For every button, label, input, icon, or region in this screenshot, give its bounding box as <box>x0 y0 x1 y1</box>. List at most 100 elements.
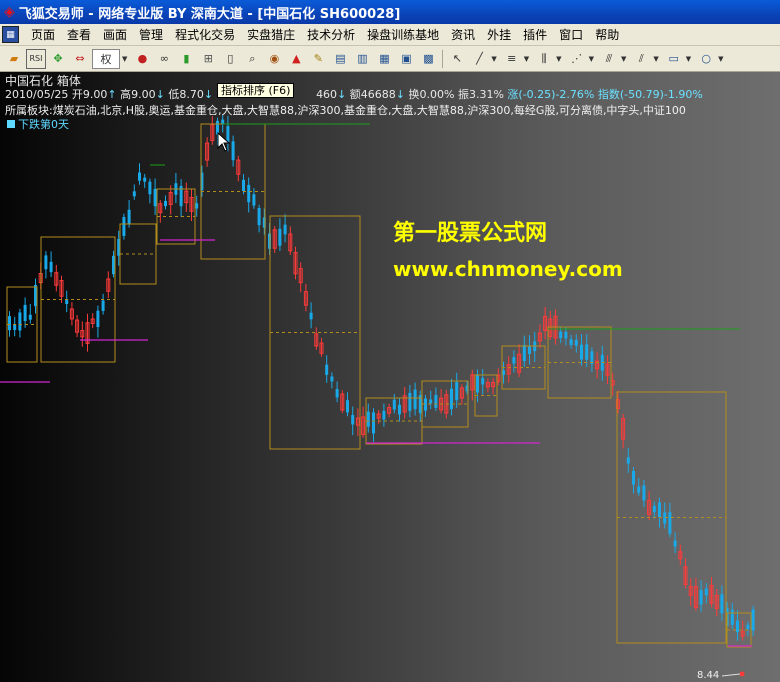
chevron-down-icon[interactable]: ▼ <box>524 55 529 63</box>
layout5-icon[interactable]: ▩ <box>418 49 438 69</box>
rect-icon[interactable]: ▭ <box>664 49 684 69</box>
weight-select[interactable]: 权 <box>92 48 120 69</box>
up-arrow-icon: ↑ <box>107 88 117 101</box>
candle-body <box>450 388 453 410</box>
candle-body <box>382 410 386 420</box>
quote-amount: 额46688 <box>349 88 396 101</box>
resize-icon[interactable]: ⇔ <box>70 49 90 69</box>
down-arrow-icon: ↓ <box>395 88 405 101</box>
line-icon[interactable]: ╱ <box>469 49 489 69</box>
sort-icon[interactable]: ⊞ <box>198 49 218 69</box>
candle-body <box>626 457 630 464</box>
menu-view[interactable]: 查看 <box>61 26 97 43</box>
candle-body <box>335 389 339 398</box>
layout2-icon[interactable]: ▥ <box>352 49 372 69</box>
candle-body <box>642 485 646 501</box>
menu-window[interactable]: 窗口 <box>553 26 589 43</box>
chevron-down-icon[interactable]: ▼ <box>491 55 496 63</box>
candle-body <box>408 392 412 411</box>
parallel-icon[interactable]: ⫽ <box>631 49 651 69</box>
candle-body <box>569 339 573 346</box>
quote-index: 指数(-50.79)-1.90% <box>597 88 703 101</box>
candle-body <box>346 400 349 413</box>
toolbar-separator <box>442 49 444 68</box>
menu-manage[interactable]: 管理 <box>133 26 169 43</box>
watermark-url: www.chnmoney.com <box>393 257 623 281</box>
signal-text: 下跌第0天 <box>18 118 69 131</box>
sector-line: 所属板块:煤炭石油,北京,H股,奥运,基金重仓,大盘,大智慧88,沪深300,基… <box>5 104 686 117</box>
channel-icon[interactable]: ⫻ <box>599 49 619 69</box>
chevron-down-icon[interactable]: ▼ <box>556 55 561 63</box>
candle-body <box>658 502 661 518</box>
menu-help[interactable]: 帮助 <box>589 26 625 43</box>
open-icon[interactable]: ▰ <box>4 49 24 69</box>
window-title: 飞狐交易师 - 网络专业版 BY 深南大道 - [中国石化 SH600028] <box>18 6 401 22</box>
candle-body <box>704 588 708 596</box>
candle-body <box>143 177 147 182</box>
tooltip: 指标排序 (F6) <box>217 83 295 98</box>
chevron-down-icon[interactable]: ▼ <box>686 55 691 63</box>
layout1-icon[interactable]: ▤ <box>330 49 350 69</box>
candle-body <box>746 624 750 630</box>
record-icon[interactable]: ● <box>132 49 152 69</box>
menu-bar: ▦ 页面 查看 画面 管理 程式化交易 实盘猎庄 技术分析 操盘训练基地 资讯 … <box>0 24 780 46</box>
compare-icon[interactable]: ∞ <box>154 49 174 69</box>
candle-body <box>564 331 568 339</box>
candle-body <box>330 376 334 382</box>
signal-swatch <box>7 120 15 128</box>
low-pointer <box>721 673 741 677</box>
candle-body <box>366 411 370 427</box>
alarm-icon[interactable]: ◉ <box>264 49 284 69</box>
chevron-down-icon[interactable]: ▼ <box>653 55 658 63</box>
candle-body <box>632 470 635 485</box>
layout3-icon[interactable]: ▦ <box>374 49 394 69</box>
chevron-down-icon[interactable]: ▼ <box>122 55 127 63</box>
candle-body <box>325 364 329 375</box>
candle-body <box>23 304 27 321</box>
kline-chart[interactable]: 中国石化 箱体 2010/05/25 开9.00↑ 高9.00↓ 低8.70↓ … <box>0 72 780 682</box>
candle-body <box>413 389 417 410</box>
layout4-icon[interactable]: ▣ <box>396 49 416 69</box>
alert-icon[interactable]: ▲ <box>286 49 306 69</box>
chevron-down-icon[interactable]: ▼ <box>589 55 594 63</box>
menu-canvas[interactable]: 画面 <box>97 26 133 43</box>
quote-amplitude: 振3.31% <box>457 88 504 101</box>
candle-body <box>257 208 261 226</box>
menu-plugins[interactable]: 插件 <box>517 26 553 43</box>
menu-page[interactable]: 页面 <box>25 26 61 43</box>
pen-icon[interactable]: ✎ <box>308 49 328 69</box>
menu-info[interactable]: 资讯 <box>445 26 481 43</box>
stats-icon[interactable]: ▮ <box>176 49 196 69</box>
menu-tech-analysis[interactable]: 技术分析 <box>301 26 361 43</box>
candle-body <box>559 331 563 339</box>
menu-live-hunt[interactable]: 实盘猎庄 <box>241 26 301 43</box>
circle-icon[interactable]: ○ <box>696 49 716 69</box>
candle-body <box>429 399 433 404</box>
pointer-icon[interactable]: ↖ <box>447 49 467 69</box>
down-arrow-icon: ↓ <box>203 88 214 101</box>
kline-canvas[interactable] <box>0 72 780 682</box>
chevron-down-icon[interactable]: ▼ <box>718 55 723 63</box>
fan-icon[interactable]: ⋰ <box>567 49 587 69</box>
candle-body <box>49 261 53 273</box>
search-icon[interactable]: ⌕ <box>242 49 262 69</box>
candle-body <box>512 357 516 364</box>
move-icon[interactable]: ✥ <box>48 49 68 69</box>
menu-training[interactable]: 操盘训练基地 <box>361 26 445 43</box>
vline-icon[interactable]: ⫼ <box>534 49 554 69</box>
menu-plugin-ext[interactable]: 外挂 <box>481 26 517 43</box>
candle-body <box>309 312 313 320</box>
candle-body <box>528 345 531 355</box>
document-icon[interactable]: ▦ <box>2 26 19 43</box>
quote-high: 高9.00 <box>120 88 156 101</box>
rsi-icon[interactable]: RSI <box>26 48 46 69</box>
candle-body <box>637 486 641 493</box>
candle-body <box>122 217 126 236</box>
hline-icon[interactable]: ≡ <box>502 49 522 69</box>
candle-body <box>18 312 22 331</box>
quote-date: 2010/05/25 <box>5 88 69 101</box>
book-icon[interactable]: ▯ <box>220 49 240 69</box>
chevron-down-icon[interactable]: ▼ <box>621 55 626 63</box>
candle-body <box>455 381 459 401</box>
menu-program-trade[interactable]: 程式化交易 <box>169 26 241 43</box>
